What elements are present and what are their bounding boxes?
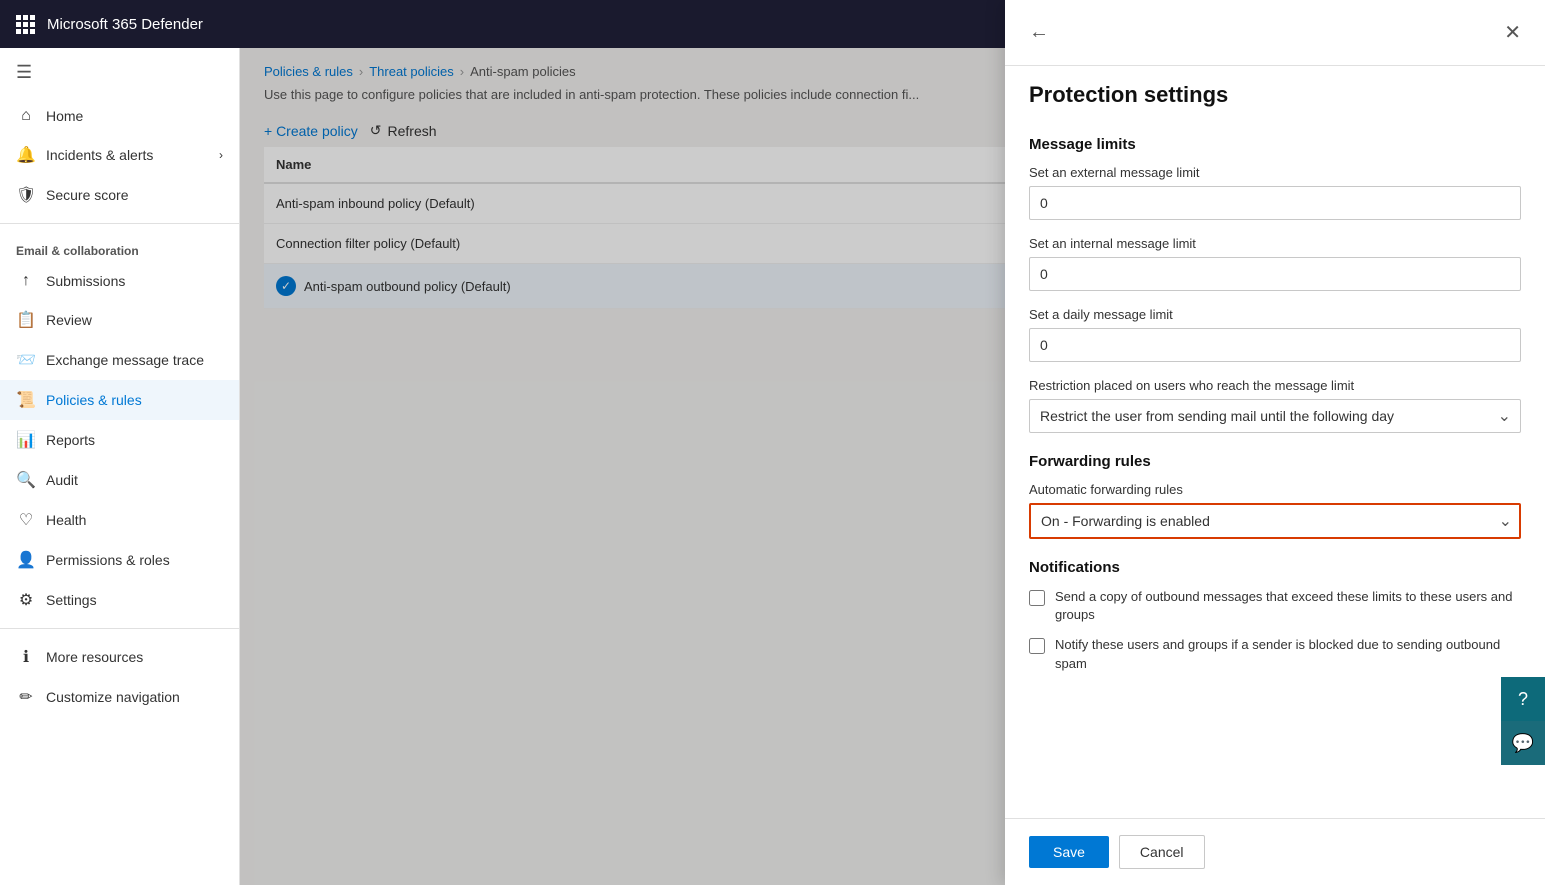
sidebar-item-review[interactable]: 📋 Review bbox=[0, 300, 239, 340]
email-collaboration-section: Email & collaboration bbox=[0, 232, 239, 262]
sidebar-item-policies-rules[interactable]: 📜 Policies & rules bbox=[0, 380, 239, 420]
health-icon: ♡ bbox=[16, 510, 36, 530]
waffle-icon[interactable] bbox=[16, 15, 35, 34]
message-limits-section-title: Message limits bbox=[1029, 136, 1521, 153]
cancel-button[interactable]: Cancel bbox=[1119, 835, 1205, 869]
panel-body: Message limits Set an external message l… bbox=[1005, 116, 1545, 818]
sidebar-item-audit[interactable]: 🔍 Audit bbox=[0, 460, 239, 500]
notify-copy-label: Send a copy of outbound messages that ex… bbox=[1055, 588, 1521, 624]
panel-footer: Save Cancel bbox=[1005, 818, 1545, 885]
chevron-down-icon: › bbox=[219, 148, 223, 162]
sidebar-item-exchange-message-trace[interactable]: 📨 Exchange message trace bbox=[0, 340, 239, 380]
policies-icon: 📜 bbox=[16, 390, 36, 410]
submissions-icon: ↑ bbox=[16, 272, 36, 290]
daily-limit-label: Set a daily message limit bbox=[1029, 307, 1521, 322]
external-limit-group: Set an external message limit bbox=[1029, 165, 1521, 220]
shield-icon: 🛡 bbox=[16, 185, 36, 205]
audit-icon: 🔍 bbox=[16, 470, 36, 490]
panel-header: ← ✕ bbox=[1005, 0, 1545, 66]
forwarding-rules-section-title: Forwarding rules bbox=[1029, 453, 1521, 470]
panel-close-button[interactable]: ✕ bbox=[1500, 16, 1525, 49]
external-limit-input[interactable] bbox=[1029, 186, 1521, 220]
floating-question-button[interactable]: ? bbox=[1501, 677, 1545, 721]
sidebar: ☰ ⌂ Home 🔔 Incidents & alerts › 🛡 Secure… bbox=[0, 48, 240, 885]
notify-blocked-label: Notify these users and groups if a sende… bbox=[1055, 636, 1521, 672]
sidebar-item-submissions[interactable]: ↑ Submissions bbox=[0, 262, 239, 300]
floating-action-buttons: ? 💬 bbox=[1501, 677, 1545, 765]
review-icon: 📋 bbox=[16, 310, 36, 330]
notify-copy-group: Send a copy of outbound messages that ex… bbox=[1029, 588, 1521, 624]
auto-forwarding-label: Automatic forwarding rules bbox=[1029, 482, 1521, 497]
restriction-select-wrapper: Restrict the user from sending mail unti… bbox=[1029, 399, 1521, 433]
internal-limit-label: Set an internal message limit bbox=[1029, 236, 1521, 251]
home-icon: ⌂ bbox=[16, 107, 36, 125]
notify-blocked-checkbox[interactable] bbox=[1029, 638, 1045, 654]
restriction-label: Restriction placed on users who reach th… bbox=[1029, 378, 1521, 393]
protection-settings-panel: ← ✕ Protection settings Message limits S… bbox=[1005, 0, 1545, 885]
sidebar-item-reports[interactable]: 📊 Reports bbox=[0, 420, 239, 460]
sidebar-item-health[interactable]: ♡ Health bbox=[0, 500, 239, 540]
floating-chat-button[interactable]: 💬 bbox=[1501, 721, 1545, 765]
settings-nav-icon: ⚙ bbox=[16, 590, 36, 610]
sidebar-item-secure-score[interactable]: 🛡 Secure score bbox=[0, 175, 239, 215]
notifications-section-title: Notifications bbox=[1029, 559, 1521, 576]
notify-copy-checkbox[interactable] bbox=[1029, 590, 1045, 606]
info-icon: ℹ bbox=[16, 647, 36, 667]
panel-title: Protection settings bbox=[1005, 66, 1545, 116]
edit-icon: ✏ bbox=[16, 687, 36, 707]
exchange-icon: 📨 bbox=[16, 350, 36, 370]
auto-forwarding-select[interactable]: On - Forwarding is enabled Off - Forward… bbox=[1029, 503, 1521, 539]
external-limit-label: Set an external message limit bbox=[1029, 165, 1521, 180]
sidebar-item-settings[interactable]: ⚙ Settings bbox=[0, 580, 239, 620]
auto-forwarding-select-wrapper: On - Forwarding is enabled Off - Forward… bbox=[1029, 503, 1521, 539]
sidebar-item-incidents[interactable]: 🔔 Incidents & alerts › bbox=[0, 135, 239, 175]
sidebar-item-home[interactable]: ⌂ Home bbox=[0, 97, 239, 135]
internal-limit-group: Set an internal message limit bbox=[1029, 236, 1521, 291]
reports-icon: 📊 bbox=[16, 430, 36, 450]
internal-limit-input[interactable] bbox=[1029, 257, 1521, 291]
auto-forwarding-group: Automatic forwarding rules On - Forwardi… bbox=[1029, 482, 1521, 539]
hamburger-button[interactable]: ☰ bbox=[0, 48, 239, 97]
sidebar-item-more-resources[interactable]: ℹ More resources bbox=[0, 637, 239, 677]
daily-limit-input[interactable] bbox=[1029, 328, 1521, 362]
incidents-icon: 🔔 bbox=[16, 145, 36, 165]
daily-limit-group: Set a daily message limit bbox=[1029, 307, 1521, 362]
permissions-icon: 👤 bbox=[16, 550, 36, 570]
sidebar-item-customize-nav[interactable]: ✏ Customize navigation bbox=[0, 677, 239, 717]
sidebar-item-permissions[interactable]: 👤 Permissions & roles bbox=[0, 540, 239, 580]
restriction-group: Restriction placed on users who reach th… bbox=[1029, 378, 1521, 433]
save-button[interactable]: Save bbox=[1029, 836, 1109, 868]
restriction-select[interactable]: Restrict the user from sending mail unti… bbox=[1029, 399, 1521, 433]
notify-blocked-group: Notify these users and groups if a sende… bbox=[1029, 636, 1521, 672]
panel-back-button[interactable]: ← bbox=[1025, 17, 1053, 48]
